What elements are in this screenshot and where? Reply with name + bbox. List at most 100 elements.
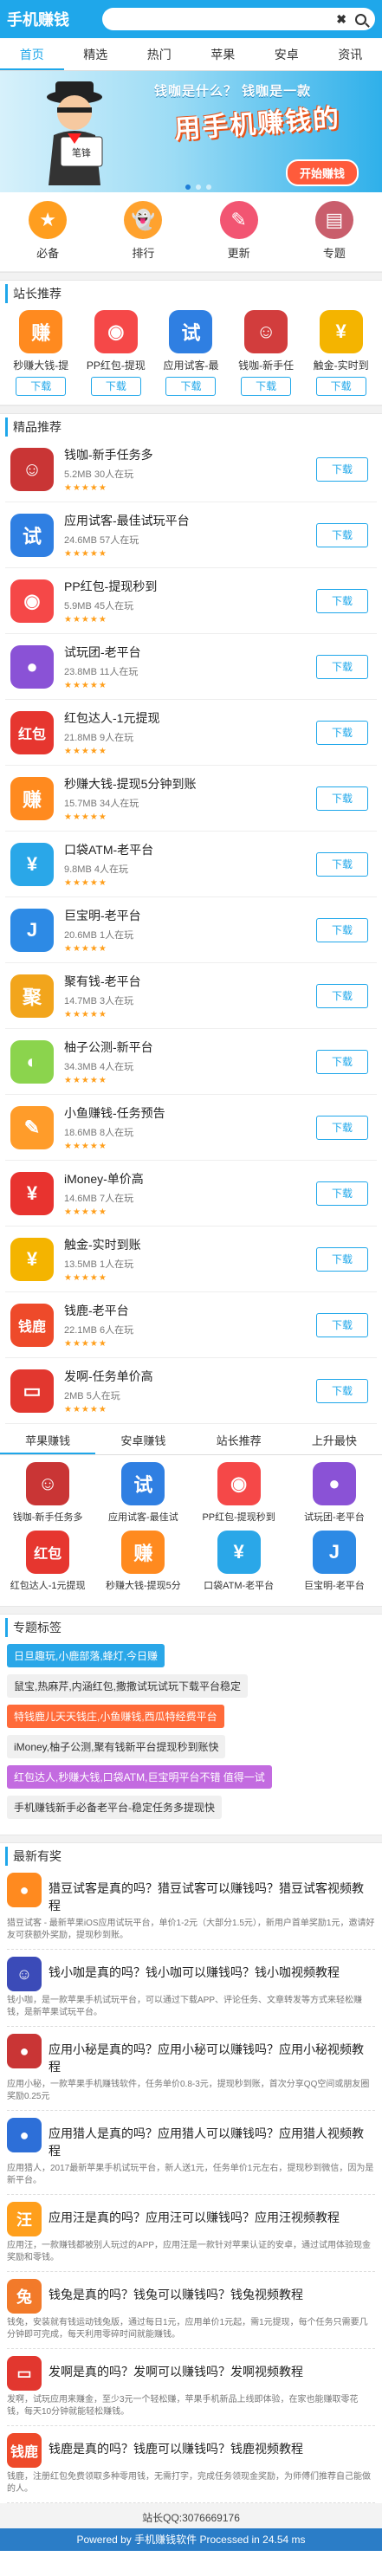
download-button[interactable]: 下载	[316, 1246, 368, 1272]
app-icon[interactable]: ☺	[7, 1957, 42, 1991]
clear-icon[interactable]: ✖	[336, 12, 346, 27]
app-name[interactable]: 巨宝明-老平台	[64, 907, 316, 924]
app-icon[interactable]: 赚	[121, 1531, 165, 1574]
download-button[interactable]: 下载	[165, 377, 217, 396]
app-name[interactable]: 秒赚大钱-提现5分钟到账	[64, 775, 316, 793]
quick-link[interactable]: ▤ 专题	[287, 192, 382, 271]
app-icon[interactable]: ◐	[10, 1039, 54, 1084]
app-name[interactable]: 柚子公测-新平台	[64, 1039, 316, 1056]
quick-link[interactable]: ✎ 更新	[191, 192, 287, 271]
download-button[interactable]: 下载	[316, 917, 368, 942]
nav-item[interactable]: 苹果	[191, 38, 256, 70]
tab[interactable]: 苹果赚钱	[0, 1427, 96, 1454]
app-name[interactable]: 应用试客-最	[156, 358, 225, 372]
news-item[interactable]: ● 应用猎人是真的吗？应用猎人可以赚钱吗？应用猎人视频教程 应用猎人，2017最新苹…	[7, 2111, 375, 2195]
app-name[interactable]: 钱咖-新手任	[231, 358, 301, 372]
download-button[interactable]: 下载	[316, 1115, 368, 1140]
app-name[interactable]: iMoney-单价高	[64, 1170, 316, 1188]
app-icon[interactable]: ◉	[94, 310, 138, 353]
topic-tag[interactable]: 鼠宝,热麻芹,内涵红包,撒撒试玩试玩下载平台稳定	[7, 1674, 249, 1698]
download-button[interactable]: 下载	[316, 1378, 368, 1403]
news-title[interactable]: 钱鹿是真的吗？钱鹿可以赚钱吗？钱鹿视频教程	[49, 2433, 375, 2468]
download-button[interactable]: 下载	[316, 588, 368, 613]
download-button[interactable]: 下载	[316, 786, 368, 811]
tab[interactable]: 上升最快	[287, 1427, 382, 1454]
news-item[interactable]: ☺ 钱小咖是真的吗？钱小咖可以赚钱吗？钱小咖视频教程 钱小咖，是一款苹果手机试玩平台…	[7, 1950, 375, 2027]
banner[interactable]: 笔锋 钱咖是什么？ 钱咖是一款 用手机赚钱的 开始赚钱	[0, 71, 382, 192]
nav-item[interactable]: 资讯	[319, 38, 382, 70]
site-logo[interactable]: 手机赚钱	[7, 8, 102, 30]
app-icon[interactable]: ☺	[244, 310, 288, 353]
tab[interactable]: 站长推荐	[191, 1427, 287, 1454]
app-name[interactable]: 应用试客-最佳试玩平台	[64, 512, 316, 529]
app-icon[interactable]: 试	[121, 1462, 165, 1505]
app-icon[interactable]: J	[10, 908, 54, 952]
download-button[interactable]: 下载	[316, 1181, 368, 1206]
app-name[interactable]: 试玩团-老平台	[64, 644, 316, 661]
app-icon[interactable]: ●	[7, 1873, 42, 1907]
app-icon[interactable]: ◉	[217, 1462, 261, 1505]
download-button[interactable]: 下载	[241, 377, 292, 396]
topic-tag[interactable]: 日旦趣玩,小鹿部落,蜂灯,今日赚	[7, 1644, 165, 1667]
start-earning-button[interactable]: 开始赚钱	[286, 159, 359, 186]
news-title[interactable]: 钱小咖是真的吗？钱小咖可以赚钱吗？钱小咖视频教程	[49, 1957, 375, 1991]
app-name[interactable]: 巨宝明-老平台	[291, 1578, 378, 1592]
app-icon[interactable]: ▭	[10, 1369, 54, 1413]
app-name[interactable]: 应用试客-最佳试	[100, 1510, 186, 1524]
app-name[interactable]: 秒赚大钱-提现5分	[100, 1578, 186, 1592]
app-icon[interactable]: 汪	[7, 2202, 42, 2236]
nav-item[interactable]: 热门	[127, 38, 191, 70]
app-name[interactable]: 钱咖-新手任务多	[4, 1510, 91, 1524]
quick-link[interactable]: ★ 必备	[0, 192, 95, 271]
app-icon[interactable]: J	[312, 1531, 356, 1574]
download-button[interactable]: 下载	[316, 851, 368, 877]
app-name[interactable]: PP红包-提现	[81, 358, 151, 372]
download-button[interactable]: 下载	[316, 1312, 368, 1337]
app-icon[interactable]: ☺	[10, 447, 54, 491]
app-name[interactable]: 聚有钱-老平台	[64, 973, 316, 990]
topic-tag[interactable]: 红包达人,秒赚大钱,口袋ATM,巨宝明平台不错 值得一试	[7, 1765, 272, 1789]
tab[interactable]: 安卓赚钱	[95, 1427, 191, 1454]
app-icon[interactable]: 聚	[10, 974, 54, 1018]
nav-item[interactable]: 精选	[64, 38, 128, 70]
download-button[interactable]: 下载	[316, 456, 368, 482]
nav-item[interactable]: 安卓	[255, 38, 319, 70]
download-button[interactable]: 下载	[16, 377, 67, 396]
carousel-dot[interactable]	[206, 184, 211, 190]
app-name[interactable]: 红包达人-1元提现	[64, 709, 316, 727]
search-input[interactable]	[111, 13, 332, 25]
news-title[interactable]: 应用汪是真的吗？应用汪可以赚钱吗？应用汪视频教程	[49, 2202, 375, 2236]
news-item[interactable]: 汪应用汪是真的吗？应用汪可以赚钱吗？应用汪视频教程 应用汪，一款赚钱都被别人玩过的…	[7, 2195, 375, 2272]
search-box[interactable]: ✖	[102, 8, 375, 30]
download-button[interactable]: 下载	[316, 522, 368, 547]
app-name[interactable]: 小鱼赚钱-任务预告	[64, 1104, 316, 1122]
app-icon[interactable]: ¥	[10, 1171, 54, 1215]
app-name[interactable]: 发啊-任务单价高	[64, 1368, 316, 1385]
app-name[interactable]: 钱咖-新手任务多	[64, 446, 316, 463]
app-icon[interactable]: 红包	[26, 1531, 70, 1574]
carousel-dot[interactable]	[196, 184, 201, 190]
download-button[interactable]: 下载	[90, 377, 141, 396]
news-title[interactable]: 钱兔是真的吗？钱兔可以赚钱吗？钱兔视频教程	[49, 2279, 375, 2314]
app-icon[interactable]: ●	[312, 1462, 356, 1505]
app-icon[interactable]: 钱鹿	[7, 2433, 42, 2468]
carousel-dot[interactable]	[185, 184, 191, 190]
news-item[interactable]: 钱鹿 钱鹿是真的吗？钱鹿可以赚钱吗？钱鹿视频教程 钱鹿，注册红包免费领取多种零用钱，…	[7, 2426, 375, 2503]
download-button[interactable]: 下载	[316, 983, 368, 1008]
app-icon[interactable]: 兔	[7, 2279, 42, 2314]
topic-tag[interactable]: 手机赚钱新手必备老平台-稳定任务多提现快	[7, 1796, 222, 1819]
search-icon[interactable]	[355, 13, 366, 25]
app-name[interactable]: 钱鹿-老平台	[64, 1302, 316, 1319]
quick-link[interactable]: 👻 排行	[95, 192, 191, 271]
news-title[interactable]: 发啊是真的吗？发啊可以赚钱吗？发啊视频教程	[49, 2356, 375, 2391]
app-icon[interactable]: ✎	[10, 1105, 54, 1149]
app-icon[interactable]: ¥	[319, 310, 363, 353]
news-item[interactable]: ● 应用小秘是真的吗？应用小秘可以赚钱吗？应用小秘视频教程 应用小秘，一款苹果手机赚…	[7, 2027, 375, 2111]
download-button[interactable]: 下载	[316, 1049, 368, 1074]
app-icon[interactable]: 赚	[19, 310, 63, 353]
app-name[interactable]: 触金-实时到	[307, 358, 376, 372]
news-item[interactable]: ● 猎豆试客是真的吗？猎豆试客可以赚钱吗？猎豆试客视频教程 猎豆试客 - 最新苹果i…	[7, 1866, 375, 1950]
news-title[interactable]: 应用猎人是真的吗？应用猎人可以赚钱吗？应用猎人视频教程	[49, 2118, 375, 2159]
app-icon[interactable]: 红包	[10, 710, 54, 754]
download-button[interactable]: 下载	[316, 720, 368, 745]
